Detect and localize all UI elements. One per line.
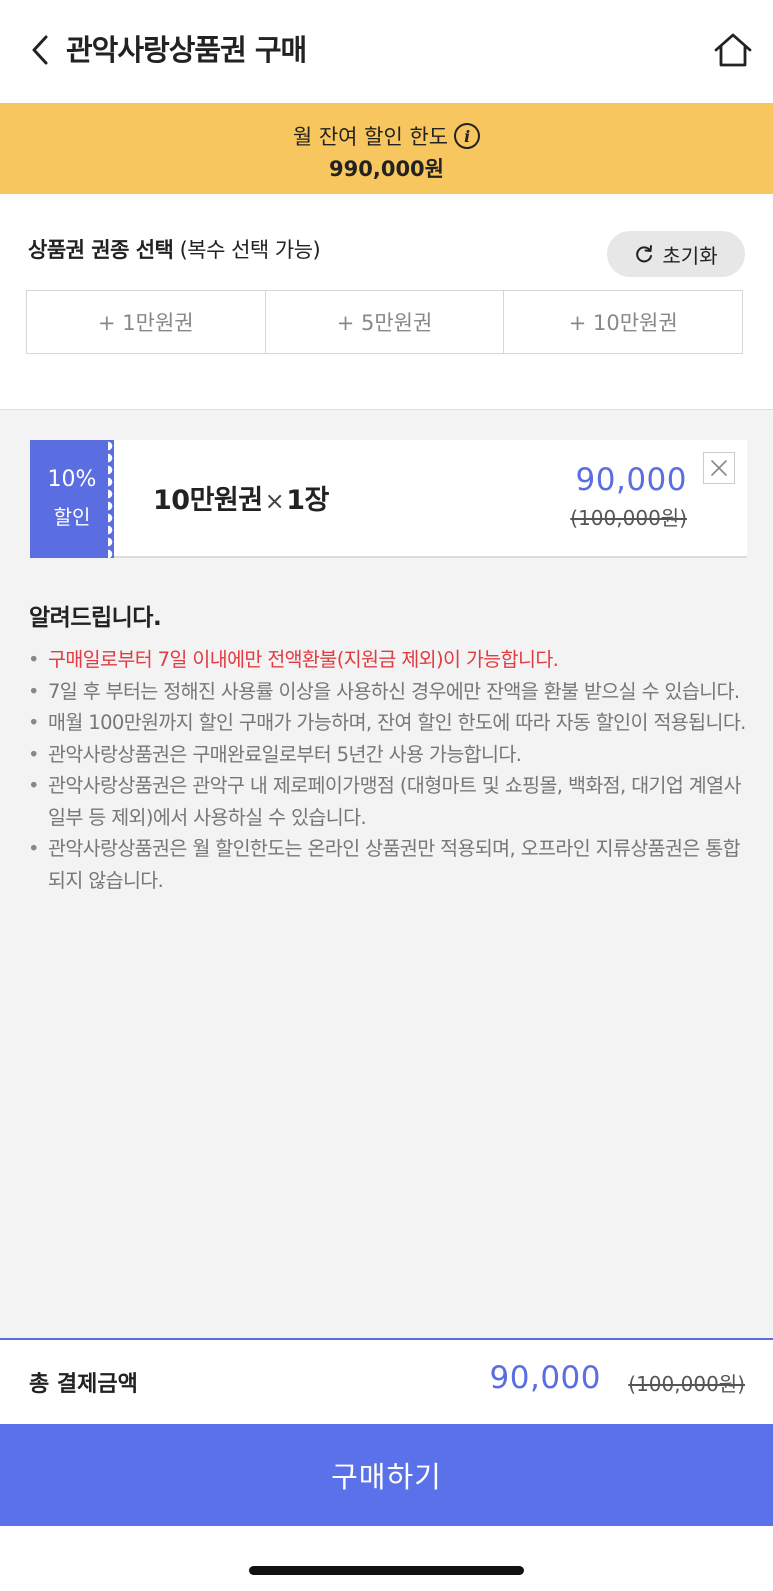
discount-badge: 10% 할인 [30,440,114,558]
voucher-select-section: 상품권 권종 선택 (복수 선택 가능) 초기화 + 1만원권 + 5만원권 +… [0,194,773,410]
limit-label: 월 잔여 할인 한도 [292,125,449,149]
notice-item: 구매일로부터 7일 이내에만 전액환불(지원금 제외)이 가능합니다. [27,644,747,676]
home-indicator-area [0,1526,773,1591]
notice-item: 관악사랑상품권은 관악구 내 제로페이가맹점 (대형마트 및 쇼핑몰, 백화점,… [27,770,747,833]
total-price: 90,000 [489,1360,601,1396]
notice-item: 7일 후 부터는 정해진 사용률 이상을 사용하신 경우에만 잔액을 환불 받으… [27,676,747,708]
voucher-option-10k-button[interactable]: + 1만원권 [27,291,265,353]
reset-button[interactable]: 초기화 [607,231,745,277]
voucher-select-subtitle: (복수 선택 가능) [179,238,321,262]
item-original-price: (100,000원) [570,506,687,530]
voucher-option-50k-button[interactable]: + 5만원권 [264,291,504,353]
item-name: 10만원권×1장 [153,478,329,517]
total-label: 총 결제금액 [29,1372,138,1397]
voucher-options: + 1만원권 + 5만원권 + 10만원권 [26,290,743,354]
app-header: 관악사랑상품권 구매 [0,0,773,103]
item-quantity: 1장 [286,485,329,516]
close-icon [711,460,727,476]
remove-item-button[interactable] [703,452,735,484]
home-button[interactable] [711,30,755,70]
voucher-option-100k-button[interactable]: + 10만원권 [503,291,743,353]
refresh-icon [636,245,653,263]
notice-item: 관악사랑상품권은 월 할인한도는 온라인 상품권만 적용되며, 오프라인 지류상… [27,833,747,896]
reset-label: 초기화 [662,243,718,268]
item-price: 90,000 [575,462,687,498]
total-original-price: (100,000원) [628,1372,745,1396]
back-button[interactable] [22,30,58,70]
notice-list: 구매일로부터 7일 이내에만 전액환불(지원금 제외)이 가능합니다. 7일 후… [27,644,747,896]
voucher-select-title: 상품권 권종 선택 (복수 선택 가능) [28,234,321,264]
monthly-limit-banner: 월 잔여 할인 한도 i 990,000원 [0,103,773,194]
buy-button[interactable]: 구매하기 [0,1424,773,1526]
discount-percent: 10% [47,467,97,492]
chevron-left-icon [32,35,48,65]
item-voucher-name: 10만원권 [153,485,263,516]
ticket-perforation [108,440,120,558]
item-multiplier: × [264,487,285,515]
voucher-select-heading: 상품권 권종 선택 [28,238,174,262]
limit-amount: 990,000원 [329,157,444,181]
home-icon [714,33,752,67]
notice-title: 알려드립니다. [29,605,162,631]
notice-item: 관악사랑상품권은 구매완료일로부터 5년간 사용 가능합니다. [27,739,747,771]
cart-item: 10% 할인 10만원권×1장 90,000 (100,000원) [30,440,747,558]
page-title: 관악사랑상품권 구매 [66,33,307,67]
total-bar: 총 결제금액 90,000 (100,000원) [0,1338,773,1424]
home-indicator[interactable] [249,1566,524,1575]
discount-label: 할인 [53,505,91,529]
info-icon[interactable]: i [454,123,481,149]
notice-item: 매월 100만원까지 할인 구매가 가능하며, 잔여 할인 한도에 따라 자동 … [27,707,747,739]
